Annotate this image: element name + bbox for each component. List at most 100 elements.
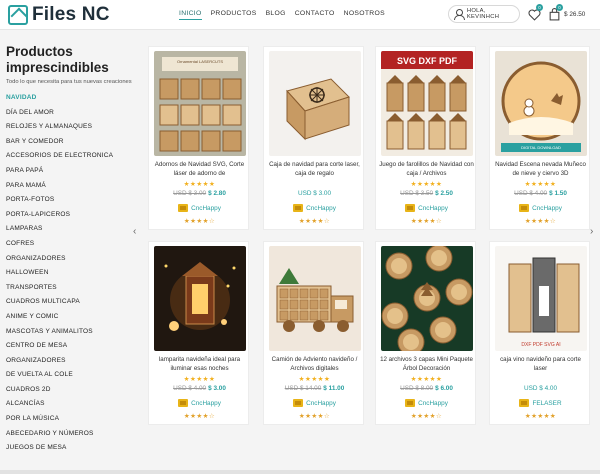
product-title[interactable]: Juego de farolillos de Navidad con caja … [379, 160, 474, 178]
sidebar-category-item[interactable]: ABECEDARIO Y NÚMEROS [6, 427, 134, 442]
sidebar-category-item[interactable]: NAVIDAD [6, 91, 134, 106]
sidebar-category-item[interactable]: BAR Y COMEDOR [6, 135, 134, 150]
product-image[interactable]: SVG DXF PDF [381, 51, 473, 156]
product-image[interactable] [269, 51, 361, 156]
product-rating: ★★★★★ [183, 376, 216, 383]
sidebar-category-item[interactable]: LAMPARAS [6, 222, 134, 237]
product-card[interactable]: DXF PDF SVG AI caja vino navideño para c… [489, 241, 590, 425]
product-old-price: USD $ 3.50 [400, 190, 434, 197]
sidebar-category-item[interactable]: JUEGOS DE MESA [6, 441, 134, 456]
logo-text: Files NC [32, 4, 110, 25]
store-icon [178, 399, 189, 407]
product-card[interactable]: Caja de navidad para corte laser, caja d… [263, 46, 364, 230]
sidebar-category-item[interactable]: CUADROS 2D [6, 383, 134, 398]
sidebar-category-item[interactable]: ORGANIZADORES [6, 354, 134, 369]
sidebar-category-item[interactable]: ACCESORIOS DE ELECTRONICA [6, 149, 134, 164]
vendor-rating: ★★★★★ [524, 413, 557, 420]
product-title[interactable]: caja vino navideño para corte laser [493, 355, 588, 373]
product-image-art: SVG DXF PDF [381, 51, 473, 156]
product-title[interactable]: lamparita navideña ideal para iluminar e… [152, 355, 247, 373]
vendor-name: CncHappy [306, 399, 336, 407]
vendor-link[interactable]: CncHappy [376, 399, 477, 407]
nav-productos[interactable]: PRODUCTOS [211, 10, 257, 20]
vendor-link[interactable]: CncHappy [149, 204, 250, 212]
sidebar-category-item[interactable]: HALLOWEEN [6, 266, 134, 281]
vendor-name: CncHappy [532, 204, 562, 212]
vendor-rating: ★★★★☆ [410, 413, 443, 420]
product-title[interactable]: Camión de Adviento navideño / Archivos d… [267, 355, 362, 373]
product-card[interactable]: lamparita navideña ideal para iluminar e… [148, 241, 249, 425]
sidebar-category-item[interactable]: RELOJES Y ALMANAQUES [6, 120, 134, 135]
product-price: $ 2.80 [208, 190, 226, 197]
product-old-price: USD $ 3.00 [173, 190, 207, 197]
product-price-row: USD $ 3.00 [264, 190, 365, 197]
carousel-prev-icon[interactable]: ‹ [133, 227, 141, 237]
product-rating: ★★★★★ [524, 181, 557, 188]
store-icon [405, 399, 416, 407]
product-card[interactable]: DIGITAL DOWNLOAD Navidad Escena nevada M… [489, 46, 590, 230]
product-card[interactable]: 12 archivos 3 capas Mini Paquete Árbol D… [375, 241, 476, 425]
nav-inicio[interactable]: INICIO [179, 10, 202, 20]
product-image[interactable]: DIGITAL DOWNLOAD [495, 51, 587, 156]
sidebar-category-item[interactable]: PARA MAMÁ [6, 179, 134, 194]
sidebar-category-item[interactable]: TRANSPORTES [6, 281, 134, 296]
site-logo[interactable]: Files NC [8, 4, 110, 26]
product-title[interactable]: Caja de navidad para corte laser, caja d… [267, 160, 362, 178]
product-title[interactable]: Adornos de Navidad SVG, Corte láser de a… [152, 160, 247, 178]
sidebar-category-item[interactable]: PARA PAPÁ [6, 164, 134, 179]
product-card[interactable]: Camión de Adviento navideño / Archivos d… [263, 241, 364, 425]
vendor-name: CncHappy [191, 204, 221, 212]
vendor-link[interactable]: CncHappy [490, 204, 591, 212]
sidebar-category-item[interactable]: ANIME Y COMIC [6, 310, 134, 325]
product-price-row: USD $ 4.00 [490, 385, 591, 392]
vendor-rating: ★★★★☆ [524, 218, 557, 225]
sidebar-category-item[interactable]: ALCANCÍAS [6, 397, 134, 412]
product-image-art: DIGITAL DOWNLOAD [495, 51, 587, 156]
vendor-link[interactable]: CncHappy [376, 204, 477, 212]
sidebar-category-item[interactable]: DE VUELTA AL COLE [6, 368, 134, 383]
wishlist-button[interactable]: 0 [528, 4, 543, 21]
carousel-next-icon[interactable]: › [590, 227, 598, 237]
product-card[interactable]: Ornamental LASERCUTS Adornos de Navidad … [148, 46, 249, 230]
sidebar-category-item[interactable]: COFRES [6, 237, 134, 252]
store-icon [293, 204, 304, 212]
sidebar-category-item[interactable]: ORGANIZADORES [6, 252, 134, 267]
sidebar-category-item[interactable]: POR LA MÚSICA [6, 412, 134, 427]
nav-nosotros[interactable]: NOSOTROS [344, 10, 385, 20]
sidebar-category-item[interactable]: CENTRO DE MESA [6, 339, 134, 354]
vendor-link[interactable]: FELASER [490, 399, 591, 407]
product-image[interactable]: Ornamental LASERCUTS [154, 51, 246, 156]
sidebar-category-item[interactable]: CUADROS MULTICAPA [6, 295, 134, 310]
product-price: $ 11.00 [323, 385, 345, 392]
vendor-rating: ★★★★☆ [183, 218, 216, 225]
vendor-name: CncHappy [418, 204, 448, 212]
product-image[interactable] [269, 246, 361, 351]
product-title[interactable]: Navidad Escena nevada Muñeco de nieve y … [493, 160, 588, 178]
nav-contacto[interactable]: CONTACTO [295, 10, 335, 20]
thumb-caption: Ornamental LASERCUTS [177, 59, 223, 64]
nav-blog[interactable]: BLOG [266, 10, 286, 20]
product-image[interactable]: DXF PDF SVG AI [495, 246, 587, 351]
product-price: USD $ 4.00 [523, 385, 558, 392]
product-image-art [154, 246, 246, 351]
sidebar-category-item[interactable]: DÍA DEL AMOR [6, 106, 134, 121]
product-image-art [269, 51, 361, 156]
vendor-name: FELASER [532, 399, 562, 407]
product-old-price: USD $ 4.00 [173, 385, 207, 392]
main-nav: INICIO PRODUCTOS BLOG CONTACTO NOSOTROS [179, 10, 385, 20]
sidebar-category-item[interactable]: PORTA-LAPICEROS [6, 208, 134, 223]
sidebar-category-item[interactable]: PORTA-FOTOS [6, 193, 134, 208]
vendor-link[interactable]: CncHappy [264, 399, 365, 407]
product-image[interactable] [154, 246, 246, 351]
account-button[interactable]: HOLA, KEVINHCH [448, 5, 520, 23]
product-card[interactable]: SVG DXF PDF Juego de farolillos de Navid… [375, 46, 476, 230]
top-header: Files NC INICIO PRODUCTOS BLOG CONTACTO … [0, 0, 600, 30]
vendor-name: CncHappy [191, 399, 221, 407]
product-title[interactable]: 12 archivos 3 capas Mini Paquete Árbol D… [379, 355, 474, 373]
sidebar-category-item[interactable]: MASCOTAS Y ANIMALITOS [6, 325, 134, 340]
product-image[interactable] [381, 246, 473, 351]
vendor-link[interactable]: CncHappy [264, 204, 365, 212]
product-old-price: USD $ 8.00 [400, 385, 434, 392]
cart-button[interactable]: 0 [548, 4, 563, 21]
vendor-link[interactable]: CncHappy [149, 399, 250, 407]
